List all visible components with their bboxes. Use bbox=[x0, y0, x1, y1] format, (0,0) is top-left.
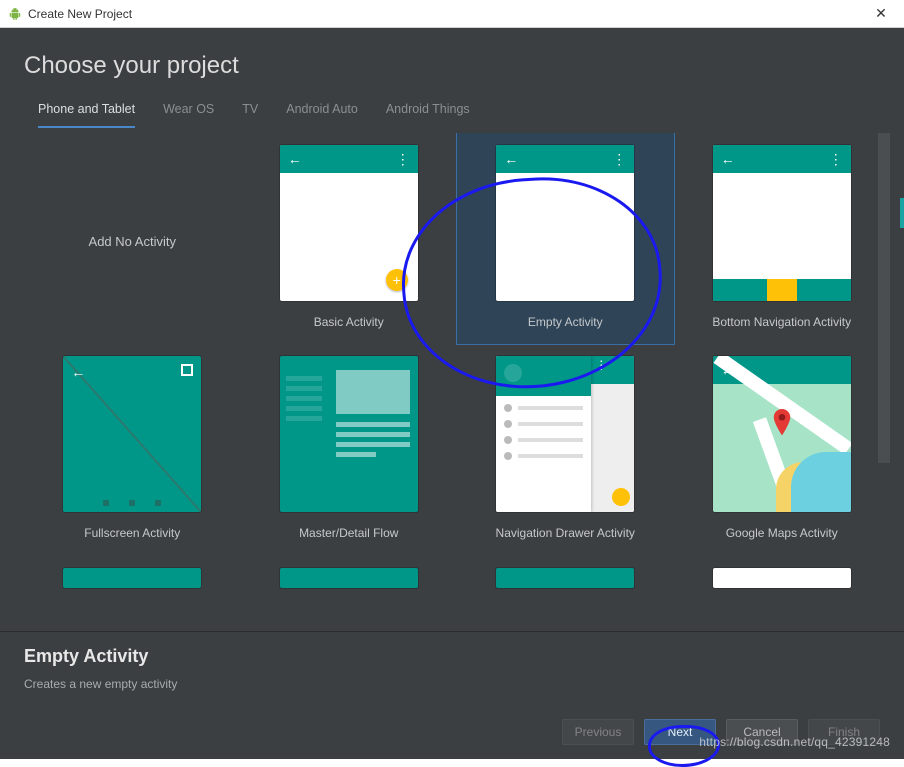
template-label: Empty Activity bbox=[528, 315, 603, 329]
template-thumbnail: ←⋮ bbox=[63, 568, 201, 588]
tab-android-auto[interactable]: Android Auto bbox=[286, 102, 358, 128]
tab-wear-os[interactable]: Wear OS bbox=[163, 102, 214, 128]
selection-title: Empty Activity bbox=[24, 646, 880, 667]
more-icon: ⋮ bbox=[396, 155, 410, 163]
wizard-button-row: Previous Next Cancel Finish bbox=[24, 719, 880, 745]
window-titlebar: Create New Project ✕ bbox=[0, 0, 904, 28]
template-label: Google Maps Activity bbox=[726, 526, 838, 540]
fab-icon: + bbox=[386, 269, 408, 291]
template-master-detail-flow[interactable]: Master/Detail Flow bbox=[241, 344, 458, 555]
template-bottom-navigation-activity[interactable]: ←⋮ Bottom Navigation Activity bbox=[674, 133, 891, 344]
tab-android-things[interactable]: Android Things bbox=[386, 102, 470, 128]
dialog-body: Choose your project Phone and Tablet Wea… bbox=[0, 28, 904, 759]
finish-button[interactable]: Finish bbox=[808, 719, 880, 745]
template-peek[interactable] bbox=[674, 556, 891, 603]
template-thumbnail: ← bbox=[63, 356, 201, 512]
template-label: Bottom Navigation Activity bbox=[712, 315, 851, 329]
template-label: Fullscreen Activity bbox=[84, 526, 180, 540]
template-label: Basic Activity bbox=[314, 315, 384, 329]
template-label: Navigation Drawer Activity bbox=[496, 526, 635, 540]
template-google-maps-activity[interactable]: ← Google Maps Activity bbox=[674, 344, 891, 555]
template-peek[interactable]: ←⋮ bbox=[457, 556, 674, 603]
templates-scrollarea[interactable]: Add No Activity ←⋮ + Basic Activity ←⋮ E… bbox=[24, 133, 890, 631]
previous-button[interactable]: Previous bbox=[562, 719, 634, 745]
window-title: Create New Project bbox=[28, 7, 132, 21]
close-icon[interactable]: ✕ bbox=[866, 5, 896, 22]
template-thumbnail bbox=[280, 356, 418, 512]
template-thumbnail: ←⋮ bbox=[713, 145, 851, 301]
template-thumbnail: ⋮ bbox=[496, 356, 634, 512]
tab-phone-and-tablet[interactable]: Phone and Tablet bbox=[38, 102, 135, 128]
template-peek[interactable]: ←⋮ bbox=[241, 556, 458, 603]
back-arrow-icon: ← bbox=[721, 151, 735, 167]
selection-description: Creates a new empty activity bbox=[24, 677, 880, 691]
template-add-no-activity[interactable]: Add No Activity bbox=[24, 133, 241, 344]
template-thumbnail: ←⋮ bbox=[496, 568, 634, 588]
platform-tabs: Phone and Tablet Wear OS TV Android Auto… bbox=[0, 90, 904, 129]
more-icon: ⋮ bbox=[829, 155, 843, 163]
footer: Empty Activity Creates a new empty activ… bbox=[0, 631, 904, 759]
back-arrow-icon: ← bbox=[504, 151, 518, 167]
template-thumbnail: ←⋮ bbox=[496, 145, 634, 301]
tab-tv[interactable]: TV bbox=[242, 102, 258, 128]
template-peek[interactable]: ←⋮ bbox=[24, 556, 241, 603]
template-empty-activity[interactable]: ←⋮ Empty Activity bbox=[457, 133, 674, 344]
back-arrow-icon: ← bbox=[71, 364, 85, 380]
template-label: Add No Activity bbox=[89, 234, 176, 249]
cancel-button[interactable]: Cancel bbox=[726, 719, 798, 745]
template-thumbnail: ← ⋮ + bbox=[280, 145, 418, 301]
template-thumbnail: ←⋮ bbox=[280, 568, 418, 588]
template-navigation-drawer-activity[interactable]: ⋮ Navigation Drawer Activity bbox=[457, 344, 674, 555]
template-thumbnail bbox=[713, 568, 851, 588]
template-basic-activity[interactable]: ← ⋮ + Basic Activity bbox=[241, 133, 458, 344]
template-thumbnail: ← bbox=[713, 356, 851, 512]
map-pin-icon bbox=[772, 409, 792, 442]
back-arrow-icon: ← bbox=[288, 151, 302, 167]
next-button[interactable]: Next bbox=[644, 719, 716, 745]
template-fullscreen-activity[interactable]: ← Fullscreen Activity bbox=[24, 344, 241, 555]
page-title: Choose your project bbox=[0, 28, 904, 90]
android-icon bbox=[8, 7, 22, 21]
edge-accent bbox=[900, 198, 904, 228]
fullscreen-icon bbox=[181, 364, 193, 376]
templates-grid: Add No Activity ←⋮ + Basic Activity ←⋮ E… bbox=[24, 133, 890, 603]
template-label: Master/Detail Flow bbox=[299, 526, 398, 540]
more-icon: ⋮ bbox=[612, 155, 626, 163]
scrollbar[interactable] bbox=[878, 133, 890, 463]
